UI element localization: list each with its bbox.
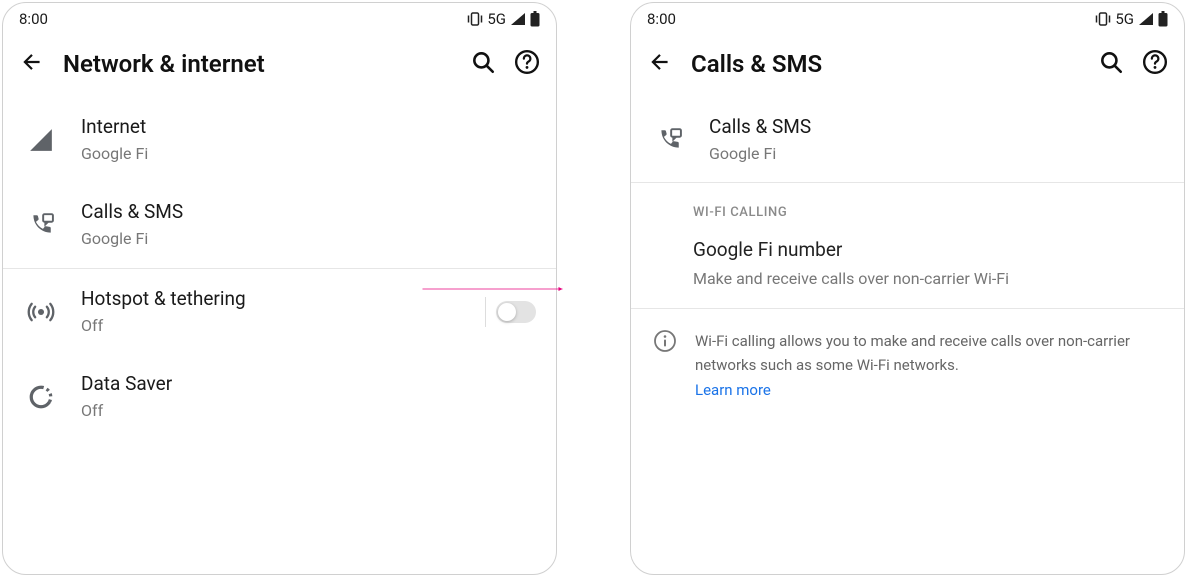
internet-sub: Google Fi <box>81 144 536 165</box>
app-bar: Calls & SMS <box>631 35 1184 97</box>
help-button[interactable] <box>514 49 540 79</box>
data-saver-label: Data Saver <box>81 372 536 397</box>
hotspot-icon <box>23 298 59 326</box>
google-fi-number-item[interactable]: Google Fi number Make and receive calls … <box>631 228 1184 308</box>
back-button[interactable] <box>647 49 673 79</box>
google-fi-number-sub: Make and receive calls over non-carrier … <box>693 267 1162 290</box>
hotspot-label: Hotspot & tethering <box>81 287 463 312</box>
toggle-divider <box>485 297 486 327</box>
info-icon <box>653 329 677 357</box>
vibrate-icon <box>1095 12 1111 26</box>
calls-sms-header-item[interactable]: Calls & SMS Google Fi <box>631 97 1184 182</box>
back-button[interactable] <box>19 49 45 79</box>
vibrate-icon <box>467 12 483 26</box>
signal-triangle-icon <box>23 127 59 153</box>
battery-icon <box>1158 11 1168 27</box>
status-time: 8:00 <box>647 10 676 28</box>
info-box: Wi-Fi calling allows you to make and rec… <box>631 309 1184 419</box>
info-text: Wi-Fi calling allows you to make and rec… <box>695 332 1130 374</box>
calls-sms-header-label: Calls & SMS <box>709 115 1164 140</box>
status-right: 5G <box>1095 10 1168 28</box>
signal-icon <box>510 12 526 26</box>
help-button[interactable] <box>1142 49 1168 79</box>
app-bar: Network & internet <box>3 35 556 97</box>
phone-right: 8:00 5G Calls & SMS <box>630 2 1185 575</box>
calls-sms-sub: Google Fi <box>81 229 536 250</box>
data-saver-sub: Off <box>81 401 536 422</box>
data-saver-item[interactable]: Data Saver Off <box>3 354 556 439</box>
network-type: 5G <box>1115 10 1134 28</box>
internet-item[interactable]: Internet Google Fi <box>3 97 556 182</box>
search-button[interactable] <box>470 49 496 79</box>
hotspot-sub: Off <box>81 316 463 337</box>
hotspot-toggle-thumb <box>498 303 516 321</box>
status-right: 5G <box>467 10 540 28</box>
hotspot-toggle[interactable] <box>496 301 536 323</box>
phone-sms-icon <box>651 127 687 153</box>
status-time: 8:00 <box>19 10 48 28</box>
network-type: 5G <box>487 10 506 28</box>
search-button[interactable] <box>1098 49 1124 79</box>
phone-sms-icon <box>23 212 59 238</box>
hotspot-item[interactable]: Hotspot & tethering Off <box>3 269 556 354</box>
wifi-calling-section-header: WI-FI CALLING <box>631 183 1184 228</box>
calls-sms-label: Calls & SMS <box>81 200 536 225</box>
internet-label: Internet <box>81 115 536 140</box>
battery-icon <box>530 11 540 27</box>
page-title: Calls & SMS <box>691 50 1080 78</box>
status-bar: 8:00 5G <box>3 3 556 35</box>
calls-sms-header-sub: Google Fi <box>709 144 1164 165</box>
signal-icon <box>1138 12 1154 26</box>
data-saver-icon <box>23 384 59 410</box>
google-fi-number-title: Google Fi number <box>693 238 1162 263</box>
learn-more-link[interactable]: Learn more <box>695 381 1162 399</box>
calls-sms-item[interactable]: Calls & SMS Google Fi <box>3 182 556 267</box>
status-bar: 8:00 5G <box>631 3 1184 35</box>
hotspot-toggle-wrap <box>485 297 536 327</box>
phone-left: 8:00 5G Network & internet <box>2 2 557 575</box>
page-title: Network & internet <box>63 50 452 78</box>
